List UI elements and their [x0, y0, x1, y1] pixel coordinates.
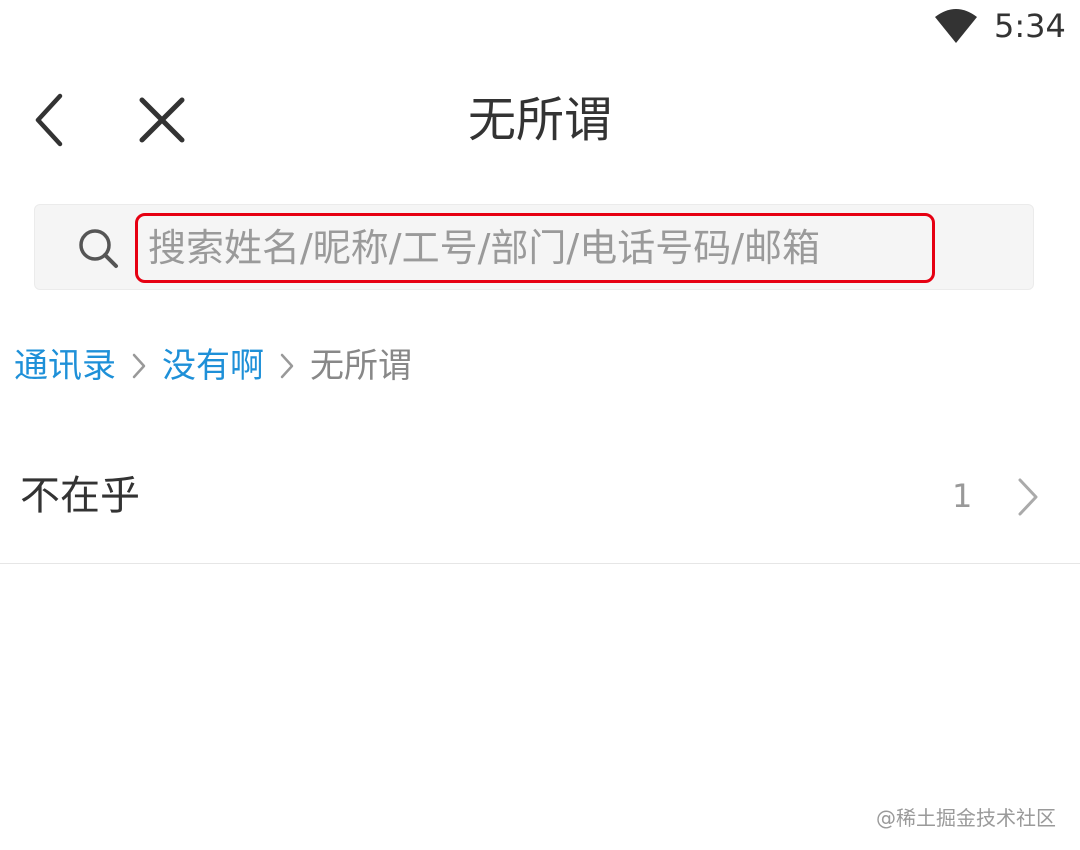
- page-title: 无所谓: [467, 92, 612, 148]
- breadcrumb: 通讯录 没有啊 无所谓: [14, 340, 412, 392]
- status-time: 5:34: [994, 7, 1066, 45]
- chevron-right-icon: [132, 353, 146, 379]
- chevron-right-icon: [1018, 478, 1038, 516]
- list-item[interactable]: 不在乎 1: [0, 440, 1080, 564]
- nav-bar: 无所谓: [0, 70, 1080, 170]
- search-input[interactable]: [135, 213, 935, 283]
- breadcrumb-item-parent[interactable]: 没有啊: [162, 340, 264, 392]
- search-bar: [34, 204, 1034, 290]
- search-icon: [79, 229, 118, 268]
- breadcrumb-item-contacts[interactable]: 通讯录: [14, 340, 116, 392]
- status-bar: 5:34: [0, 0, 1080, 56]
- watermark: @稀土掘金技术社区: [876, 806, 1056, 830]
- breadcrumb-item-current: 无所谓: [310, 346, 412, 386]
- breadcrumb-separator: [116, 340, 162, 392]
- chevron-right-icon: [280, 353, 294, 379]
- list-item-count: 1: [952, 477, 973, 515]
- breadcrumb-separator: [264, 340, 310, 392]
- list-item-name: 不在乎: [20, 473, 140, 519]
- wifi-icon: [935, 9, 977, 43]
